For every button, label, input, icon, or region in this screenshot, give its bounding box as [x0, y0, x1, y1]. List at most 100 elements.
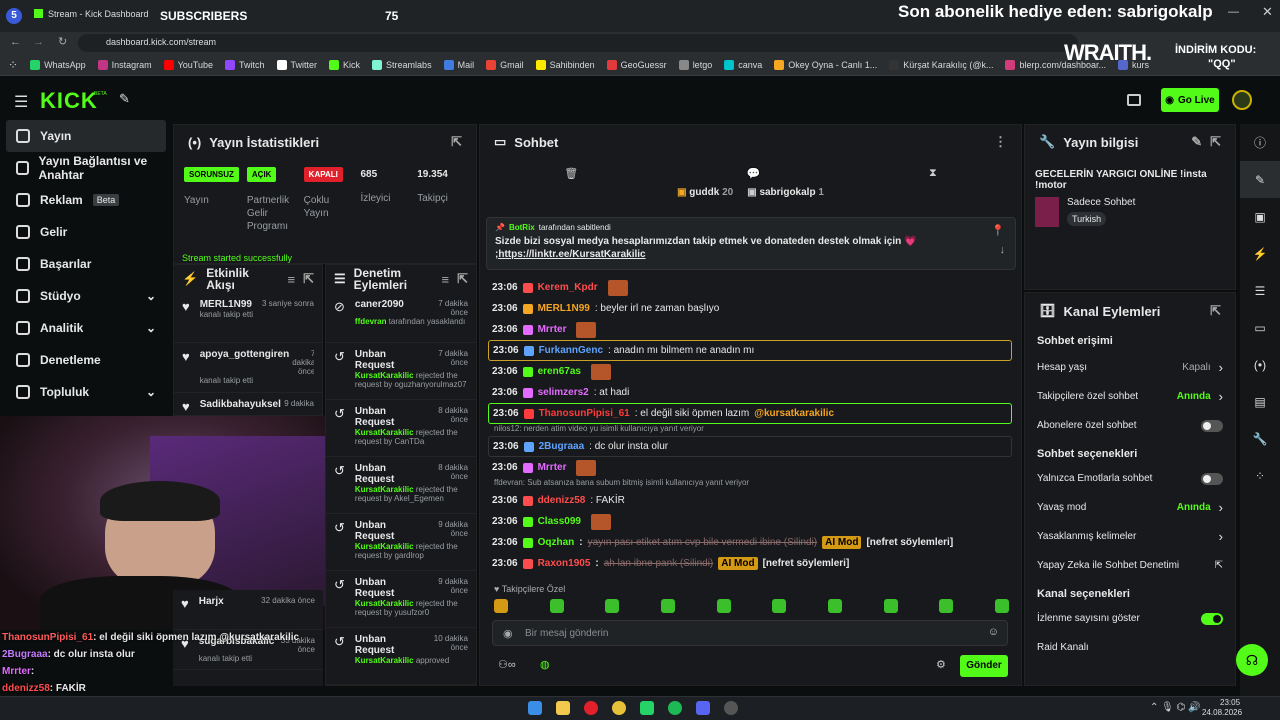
unpin-icon[interactable]: 📍: [991, 224, 1005, 237]
chat-message[interactable]: 23:06 Kerem_Kpdr: [480, 277, 1020, 298]
popout-icon[interactable]: ⇱: [303, 271, 314, 287]
whatsapp-icon[interactable]: [640, 701, 654, 715]
setting-row[interactable]: İzlenme sayısını göster: [1025, 604, 1235, 633]
more-options-icon[interactable]: ⋮: [994, 134, 1007, 150]
chat-username[interactable]: Mrrter: [538, 324, 567, 335]
emote-icon[interactable]: [549, 599, 564, 613]
chat-message[interactable]: 23:06 selimzers2: at hadi: [480, 382, 1020, 403]
chat-username[interactable]: FurkannGenc: [539, 345, 603, 356]
bookmark-item[interactable]: Gmail: [486, 59, 524, 70]
sidebar-item[interactable]: Stüdyo ⌄: [0, 280, 172, 312]
bookmark-item[interactable]: Streamlabs: [372, 59, 432, 70]
bookmark-item[interactable]: GeoGuessr: [606, 59, 667, 70]
broadcast-icon[interactable]: (•): [1240, 346, 1280, 383]
gifter[interactable]: ▣ sabrigokalp 1: [747, 187, 824, 201]
bookmark-item[interactable]: Okey Oyna - Canlı 1...: [774, 59, 877, 70]
bookmark-item[interactable]: Kürşat Karakılıç (@k...: [889, 59, 993, 70]
chat-username[interactable]: Oqzhan: [538, 537, 575, 548]
database-icon[interactable]: ▤: [1240, 383, 1280, 420]
emote-icon[interactable]: [939, 599, 954, 613]
camera-icon[interactable]: [1127, 94, 1141, 106]
chat-message[interactable]: 23:06 ThanosunPipisi_61: el değil siki öp…: [488, 403, 1012, 424]
sidebar-item[interactable]: Reklam Beta: [0, 184, 172, 216]
bookmark-item[interactable]: canva: [724, 59, 762, 70]
emote-icon[interactable]: [660, 599, 675, 613]
apps-grid-icon[interactable]: ⁘: [8, 58, 18, 72]
chat-bubble-icon[interactable]: ▭: [1240, 309, 1280, 346]
discord-icon[interactable]: [696, 701, 710, 715]
sidebar-item[interactable]: Gelir: [0, 216, 172, 248]
sidebar-item[interactable]: Analitik ⌄: [0, 312, 172, 344]
chat-username[interactable]: eren67as: [538, 366, 581, 377]
bookmark-item[interactable]: Kick: [329, 59, 360, 70]
kick-logo[interactable]: KICK: [40, 88, 98, 114]
popout-icon[interactable]: ⇱: [1210, 303, 1221, 319]
activity-user[interactable]: apoya_gottengiren: [200, 349, 289, 376]
toggle-switch[interactable]: [1201, 419, 1223, 432]
toggle-switch[interactable]: [1201, 472, 1223, 485]
explorer-icon[interactable]: [556, 701, 570, 715]
filter-icon[interactable]: ≡: [442, 272, 450, 287]
bookmark-item[interactable]: WhatsApp: [30, 59, 86, 70]
toggle-switch[interactable]: [1201, 612, 1223, 625]
emote-icon[interactable]: [494, 599, 508, 613]
category-thumbnail[interactable]: [1035, 197, 1059, 227]
message-icon[interactable]: 💬: [747, 167, 761, 180]
chat-username[interactable]: Kerem_Kpdr: [538, 282, 598, 293]
chat-username[interactable]: Class099: [538, 516, 581, 527]
chat-message[interactable]: 23:06 eren67as: [480, 361, 1020, 382]
lightning-icon[interactable]: ⚡: [1240, 235, 1280, 272]
pinned-link[interactable]: ;https://linktr.ee/KursatKarakilic: [495, 249, 1007, 260]
moderator-name[interactable]: KursatKarakilic: [355, 599, 414, 608]
reload-icon[interactable]: ↻: [58, 35, 67, 48]
clock-time[interactable]: 23:05: [1220, 698, 1240, 707]
setting-row[interactable]: Yavaş mod Anında ›: [1025, 493, 1235, 522]
hamburger-menu-icon[interactable]: ☰: [14, 92, 28, 112]
chat-username[interactable]: MERL1N99: [538, 303, 590, 314]
bookmark-item[interactable]: letgo: [678, 59, 712, 70]
bookmark-item[interactable]: YouTube: [163, 59, 213, 70]
minimize-icon[interactable]: —: [1228, 6, 1239, 18]
avatar[interactable]: [1232, 90, 1252, 110]
moderator-name[interactable]: ffdevran: [355, 317, 387, 326]
setting-row[interactable]: Yasaklanmış kelimeler ›: [1025, 522, 1235, 551]
moderator-name[interactable]: KursatKarakilic: [355, 542, 414, 551]
setting-row[interactable]: Yalnızca Emotlarla sohbet: [1025, 464, 1235, 493]
setting-row[interactable]: Abonelere özel sohbet: [1025, 411, 1235, 440]
bookmark-item[interactable]: Twitter: [276, 59, 317, 70]
apps-icon[interactable]: ⁘: [1240, 457, 1280, 494]
chat-username[interactable]: 2Bugraaa: [539, 441, 585, 452]
chat-message[interactable]: 23:06 Oqzhan: yayın pası etiket atım cvp b…: [480, 532, 1020, 553]
clock-date[interactable]: 24.08.2026: [1202, 708, 1242, 717]
bookmark-item[interactable]: Mail: [443, 59, 474, 70]
settings-gear-icon[interactable]: ⚙: [936, 658, 946, 671]
chat-message[interactable]: 23:06 Raxon1905: ah lan ibne pank (Silindi…: [480, 553, 1020, 574]
chat-username[interactable]: ddenizz58: [538, 495, 586, 506]
obs-icon[interactable]: [724, 701, 738, 715]
category-name[interactable]: Sadece Sohbet: [1067, 197, 1135, 208]
popout-icon[interactable]: ⇱: [451, 134, 462, 150]
activity-user[interactable]: MERL1N99: [200, 299, 252, 310]
emote-icon[interactable]: [827, 599, 842, 613]
activity-user[interactable]: Sadikbahayuksel: [200, 399, 281, 410]
close-window-icon[interactable]: ✕: [1262, 4, 1273, 20]
chat-message[interactable]: 23:06 FurkannGenc: anadın mı bilmem ne an…: [488, 340, 1012, 361]
emoji-icon[interactable]: ☺: [988, 626, 999, 638]
trash-icon[interactable]: 🗑: [564, 167, 578, 180]
tab-count-badge[interactable]: 5: [6, 8, 22, 24]
chat-tools-icon[interactable]: ⚇∞: [498, 658, 516, 671]
chat-message[interactable]: 23:06 Mrrter: [480, 319, 1020, 340]
gifter[interactable]: ▣ guddk 20: [677, 187, 733, 201]
sidebar-item[interactable]: Topluluk ⌄: [0, 376, 172, 408]
setting-row[interactable]: Raid Kanalı: [1025, 633, 1235, 662]
forward-icon[interactable]: →: [33, 36, 44, 48]
start-icon[interactable]: [528, 701, 542, 715]
emote-icon[interactable]: [772, 599, 787, 613]
emote-icon[interactable]: [883, 599, 898, 613]
send-button[interactable]: Gönder: [960, 655, 1008, 677]
setting-row[interactable]: Hesap yaşı Kapalı ›: [1025, 353, 1235, 382]
sidebar-item[interactable]: Başarılar: [0, 248, 172, 280]
activity-user[interactable]: Harjx: [199, 596, 224, 607]
help-chat-icon[interactable]: ☊: [1236, 644, 1268, 676]
chat-message[interactable]: 23:06 2Bugraaa: dc olur insta olur: [488, 436, 1012, 457]
